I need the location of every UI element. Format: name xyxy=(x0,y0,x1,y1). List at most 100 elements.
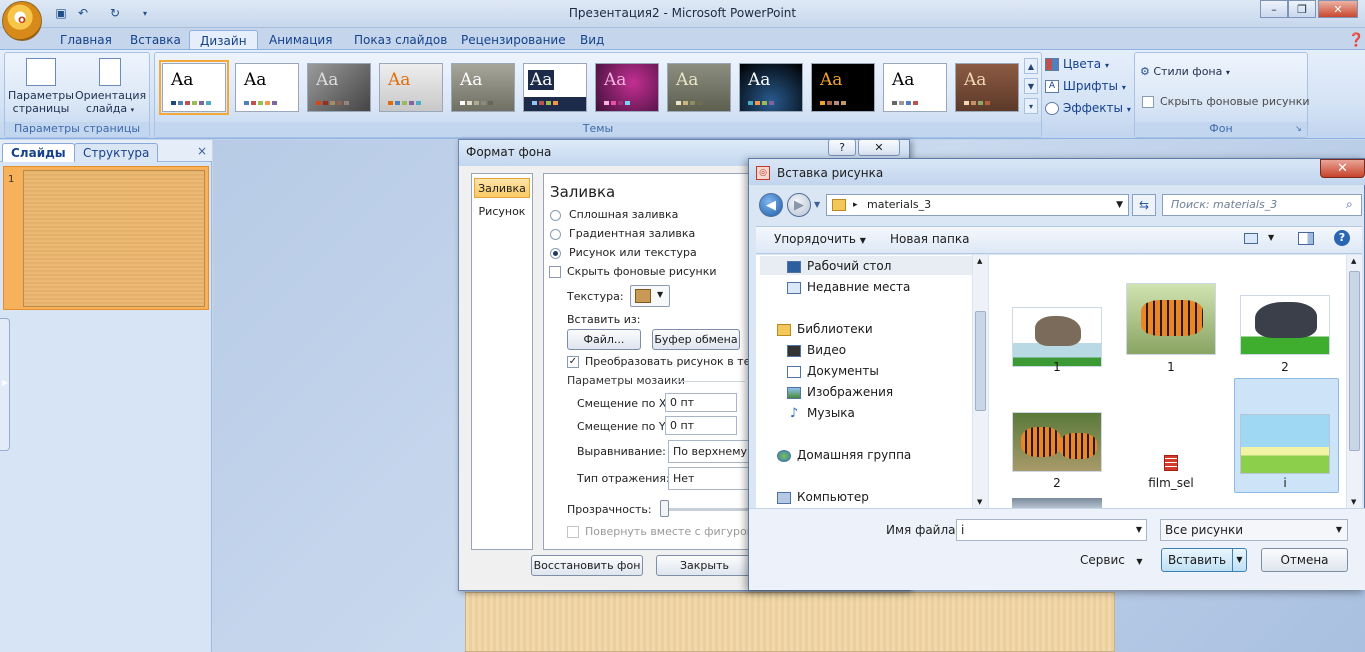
slide-thumbnail[interactable] xyxy=(23,170,205,307)
theme-office[interactable]: Aa xyxy=(159,60,229,115)
preview-pane-icon[interactable] xyxy=(1298,232,1314,245)
tree-item-desktop[interactable]: Рабочий стол xyxy=(787,257,891,275)
file-thumb-tigers[interactable] xyxy=(1012,412,1102,472)
tab-design[interactable]: Дизайн xyxy=(189,30,258,50)
new-folder-button[interactable]: Новая папка xyxy=(890,232,969,246)
tab-view[interactable]: Вид xyxy=(570,30,614,50)
background-styles-button[interactable]: ⚙ Стили фона ▾ xyxy=(1140,65,1230,78)
search-icon[interactable]: ⌕ xyxy=(1346,197,1353,212)
refresh-icon[interactable]: ⇆ xyxy=(1132,194,1156,216)
scroll-up-icon[interactable]: ▲ xyxy=(1351,257,1356,265)
picture-fill-radio[interactable]: Рисунок или текстура xyxy=(550,246,697,259)
help-icon[interactable]: ? xyxy=(1334,230,1350,246)
chevron-down-icon[interactable]: ▼ xyxy=(1116,195,1123,215)
scroll-down-icon[interactable]: ▼ xyxy=(1351,498,1356,506)
minimize-button[interactable]: – xyxy=(1260,0,1288,18)
back-icon[interactable]: ◀ xyxy=(759,193,783,217)
file-scrollbar[interactable]: ▲ ▼ xyxy=(1346,255,1362,508)
nav-fill[interactable]: Заливка xyxy=(474,178,530,198)
film-icon[interactable] xyxy=(1164,455,1178,471)
hide-bg-checkbox[interactable]: Скрыть фоновые рисунки xyxy=(549,265,717,278)
clipboard-button[interactable]: Буфер обмена xyxy=(652,329,740,350)
maximize-button[interactable]: ❐ xyxy=(1288,0,1316,18)
address-bar[interactable]: ▸ materials_3 ▼ xyxy=(826,194,1129,216)
close-window-button[interactable]: ✕ xyxy=(1318,0,1358,18)
tree-item-computer[interactable]: Компьютер xyxy=(777,488,869,506)
history-dropdown-icon[interactable]: ▼ xyxy=(814,200,820,209)
theme-8[interactable]: Aa xyxy=(667,63,731,112)
tab-animation[interactable]: Анимация xyxy=(259,30,342,50)
close-button[interactable]: Закрыть xyxy=(656,555,753,576)
reset-background-button[interactable]: Восстановить фон xyxy=(531,555,643,576)
tree-item-libraries[interactable]: Библиотеки xyxy=(777,320,873,338)
themes-scroll-up[interactable]: ▲ xyxy=(1024,58,1038,74)
cancel-button[interactable]: Отмена xyxy=(1261,548,1348,572)
file-thumb-elephant[interactable] xyxy=(1012,307,1102,367)
scroll-down-icon[interactable]: ▼ xyxy=(977,498,982,506)
theme-7[interactable]: Aa xyxy=(595,63,659,112)
insert-button[interactable]: Вставить ▼ xyxy=(1161,548,1247,572)
themes-more[interactable]: ▾ xyxy=(1024,98,1038,114)
tree-scrollbar[interactable]: ▲ ▼ xyxy=(972,255,988,508)
tree-item-music[interactable]: ♪ Музыка xyxy=(787,404,855,422)
offset-y-field[interactable]: 0 пт xyxy=(665,416,737,435)
theme-12[interactable]: Aa xyxy=(955,63,1019,112)
tile-checkbox[interactable]: ✓ Преобразовать рисунок в текстуру xyxy=(567,355,753,368)
theme-6[interactable]: Aa xyxy=(523,63,587,112)
theme-3[interactable]: Aa xyxy=(307,63,371,112)
tools-button[interactable]: Сервис ▼ xyxy=(1080,553,1142,567)
dialog-launcher-icon[interactable]: ↘ xyxy=(1295,124,1302,133)
format-dialog-close[interactable]: ✕ xyxy=(858,139,900,156)
theme-4[interactable]: Aa xyxy=(379,63,443,112)
chevron-down-icon[interactable]: ▼ xyxy=(1268,233,1274,242)
transparency-slider[interactable] xyxy=(660,500,669,517)
page-setup-button[interactable]: Параметры страницы xyxy=(8,58,74,115)
mirror-select[interactable]: Нет xyxy=(668,467,753,490)
theme-2[interactable]: Aa xyxy=(235,63,299,112)
search-input[interactable]: Поиск: materials_3 xyxy=(1162,194,1362,216)
file-button[interactable]: Файл... xyxy=(567,329,641,350)
theme-9[interactable]: Aa xyxy=(739,63,803,112)
nav-picture[interactable]: Рисунок xyxy=(474,202,530,222)
tab-slideshow[interactable]: Показ слайдов xyxy=(344,30,457,50)
effects-button[interactable]: Эффекты ▾ xyxy=(1045,101,1131,115)
organize-button[interactable]: Упорядочить ▼ xyxy=(774,232,866,246)
help-icon[interactable]: ❓ xyxy=(1348,33,1364,48)
fonts-button[interactable]: A Шрифты ▾ xyxy=(1045,79,1126,93)
align-select[interactable]: По верхнему краю xyxy=(668,440,753,463)
tree-item-recent[interactable]: Недавние места xyxy=(787,278,910,296)
tab-home[interactable]: Главная xyxy=(50,30,122,50)
chevron-down-icon[interactable]: ▼ xyxy=(1136,520,1142,540)
chevron-down-icon[interactable]: ▼ xyxy=(1232,549,1246,571)
office-button[interactable]: O xyxy=(2,1,42,41)
file-thumb-tiger[interactable] xyxy=(1126,283,1216,355)
gradient-fill-radio[interactable]: Градиентная заливка xyxy=(550,227,695,240)
tree-item-homegroup[interactable]: Домашняя группа xyxy=(777,446,911,464)
solid-fill-radio[interactable]: Сплошная заливка xyxy=(550,208,678,221)
file-scroll-thumb[interactable] xyxy=(1349,271,1360,451)
help-button[interactable]: ? xyxy=(828,139,856,156)
close-pane-icon[interactable]: × xyxy=(197,144,207,158)
tab-slides[interactable]: Слайды xyxy=(2,143,75,162)
insert-dialog-close[interactable]: ✕ xyxy=(1320,159,1365,178)
themes-scroll-down[interactable]: ▼ xyxy=(1024,78,1038,94)
tab-insert[interactable]: Вставка xyxy=(120,30,191,50)
scroll-up-icon[interactable]: ▲ xyxy=(977,257,982,265)
tree-item-documents[interactable]: Документы xyxy=(787,362,879,380)
offset-x-field[interactable]: 0 пт xyxy=(665,393,737,412)
theme-10[interactable]: Aa xyxy=(811,63,875,112)
file-thumb-partial[interactable] xyxy=(1012,498,1102,508)
views-icon[interactable] xyxy=(1244,233,1258,244)
file-thumb-rhino[interactable] xyxy=(1240,295,1330,355)
tree-item-pictures[interactable]: Изображения xyxy=(787,383,893,401)
tree-scroll-thumb[interactable] xyxy=(975,311,986,411)
slide-orientation-button[interactable]: Ориентация слайда ▾ xyxy=(75,58,146,117)
hide-bg-graphics-checkbox[interactable]: Скрыть фоновые рисунки xyxy=(1142,95,1310,108)
forward-icon[interactable]: ▶ xyxy=(787,193,811,217)
tree-item-video[interactable]: Видео xyxy=(787,341,846,359)
tab-outline[interactable]: Структура xyxy=(74,143,159,162)
theme-5[interactable]: Aa xyxy=(451,63,515,112)
tab-review[interactable]: Рецензирование xyxy=(451,30,576,50)
file-type-select[interactable]: Все рисунки ▼ xyxy=(1160,519,1348,541)
texture-picker[interactable]: ▼ xyxy=(630,285,670,307)
